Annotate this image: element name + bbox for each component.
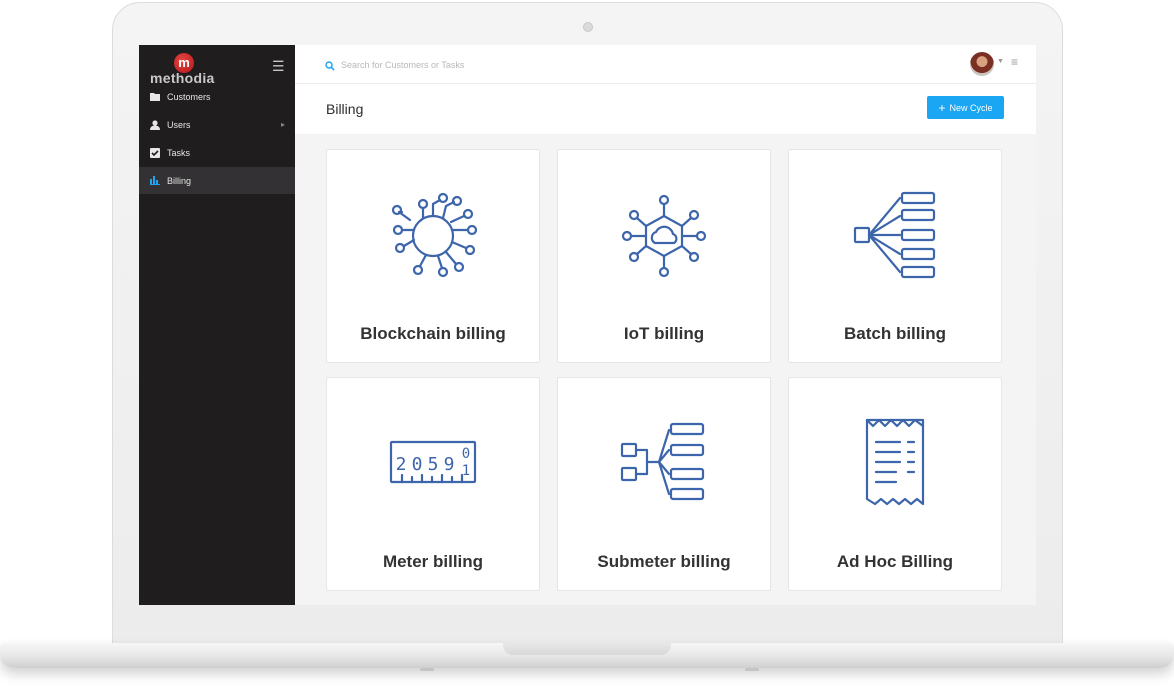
billing-card-batch[interactable]: Batch billing	[788, 149, 1002, 363]
blockchain-chip-icon	[327, 150, 539, 320]
new-cycle-button[interactable]: + New Cycle	[927, 96, 1004, 119]
bar-chart-icon	[150, 176, 160, 185]
meter-digit: 0	[462, 446, 470, 462]
sidebar: m methodia ☰ Customers Users ▸ Tasks Bil…	[139, 45, 295, 605]
page-header: Billing + New Cycle	[295, 84, 1036, 134]
sidebar-item-label: Billing	[167, 175, 192, 186]
sidebar-item-billing[interactable]: Billing	[139, 167, 295, 194]
new-cycle-label: New Cycle	[949, 102, 993, 113]
checkbox-icon	[150, 147, 160, 158]
search-input[interactable]	[339, 56, 643, 74]
iot-cloud-network-icon	[558, 150, 770, 320]
batch-tree-icon	[789, 150, 1001, 320]
meter-digit: 0	[412, 454, 423, 475]
chevron-right-icon: ▸	[280, 120, 285, 129]
top-bar: ▼ ≡	[295, 45, 1036, 84]
laptop-notch	[503, 643, 671, 655]
laptop-foot-left	[420, 668, 434, 671]
sidebar-item-tasks[interactable]: Tasks	[139, 139, 295, 166]
receipt-icon	[789, 378, 1001, 548]
plus-icon: +	[938, 100, 946, 115]
sidebar-item-label: Users	[167, 119, 191, 130]
sidebar-item-label: Customers	[167, 91, 211, 102]
app-screen: m methodia ☰ Customers Users ▸ Tasks Bil…	[139, 45, 1036, 605]
meter-digit: 2	[396, 454, 407, 475]
card-label: Ad Hoc Billing	[836, 552, 954, 571]
card-label: Meter billing	[382, 552, 484, 571]
meter-counter-icon: 2 0 5 9 0 1	[327, 378, 539, 548]
caret-down-icon[interactable]: ▼	[997, 58, 1004, 65]
card-label: IoT billing	[623, 324, 705, 343]
hamburger-menu-icon[interactable]: ☰	[272, 58, 285, 75]
card-label: Blockchain billing	[360, 324, 506, 343]
meter-digit: 1	[462, 463, 470, 479]
laptop-foot-right	[745, 668, 759, 671]
sidebar-item-label: Tasks	[167, 147, 191, 158]
card-label: Batch billing	[844, 324, 946, 343]
sidebar-item-users[interactable]: Users ▸	[139, 111, 295, 138]
billing-card-submeter[interactable]: Submeter billing	[557, 377, 771, 591]
card-label: Submeter billing	[597, 552, 731, 571]
folder-icon	[150, 92, 160, 101]
billing-card-blockchain[interactable]: Blockchain billing	[326, 149, 540, 363]
submeter-tree-icon	[558, 378, 770, 548]
search-icon	[325, 58, 335, 76]
page-title: Billing	[326, 101, 364, 117]
meter-digit: 5	[428, 454, 439, 475]
user-icon	[150, 119, 160, 130]
billing-card-meter[interactable]: 2 0 5 9 0 1 Meter billing	[326, 377, 540, 591]
webcam	[583, 22, 593, 32]
meter-digit: 9	[444, 454, 455, 475]
avatar[interactable]	[970, 52, 994, 76]
billing-card-adhoc[interactable]: Ad Hoc Billing	[788, 377, 1002, 591]
billing-card-iot[interactable]: IoT billing	[557, 149, 771, 363]
hamburger-menu-icon[interactable]: ≡	[1011, 55, 1018, 69]
sidebar-item-customers[interactable]: Customers	[139, 83, 295, 110]
